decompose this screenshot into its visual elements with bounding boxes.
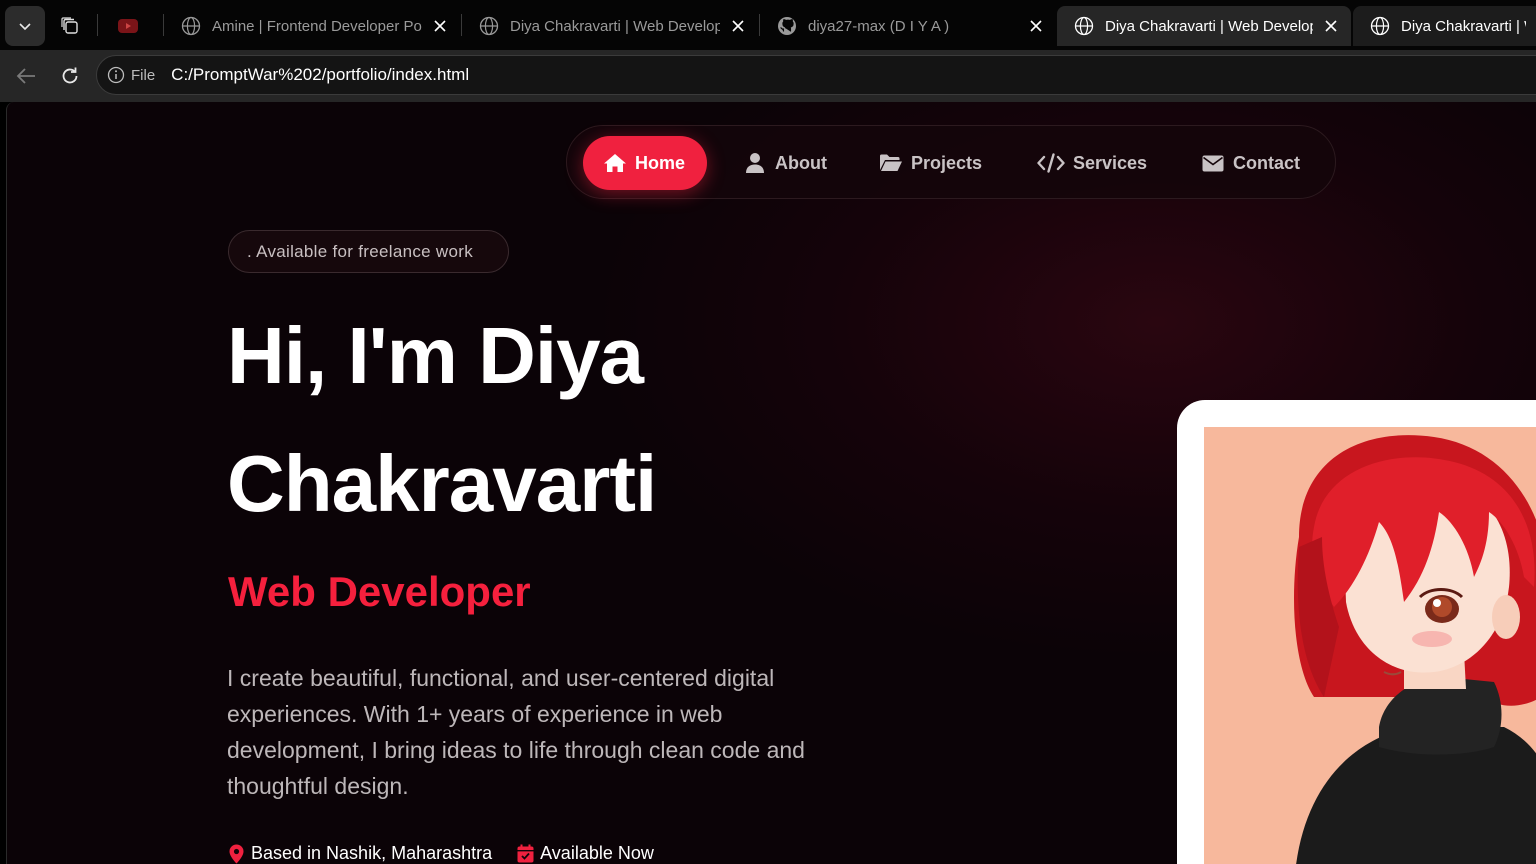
browser-toolbar: File C:/PromptWar%202/portfolio/index.ht…	[0, 50, 1536, 102]
user-icon	[743, 152, 767, 174]
nav-label: About	[775, 152, 827, 173]
url-text[interactable]: C:/PromptWar%202/portfolio/index.html	[171, 65, 469, 85]
chevron-down-icon	[19, 23, 31, 31]
nav-projects[interactable]: Projects	[879, 136, 982, 190]
workspaces-icon	[61, 17, 78, 34]
location-item: Based in Nashik, Maharashtra	[227, 843, 492, 864]
main-navbar: Home About Projects Services Contact	[566, 125, 1336, 199]
nav-home[interactable]: Home	[583, 136, 708, 190]
close-tab-icon[interactable]	[1026, 16, 1046, 36]
hero-role: Web Developer	[228, 568, 531, 615]
profile-avatar	[1204, 427, 1536, 864]
globe-icon	[1073, 15, 1095, 37]
address-bar[interactable]: File C:/PromptWar%202/portfolio/index.ht…	[96, 55, 1536, 95]
tab-separator	[97, 14, 98, 36]
hero-title-line1: Hi, I'm Diya	[227, 311, 644, 400]
tab-github[interactable]: diya27-max (D I Y A )	[760, 6, 1056, 46]
tab-amine-portfolio[interactable]: Amine | Frontend Developer Portfolio	[164, 6, 460, 46]
close-tab-icon[interactable]	[728, 16, 748, 36]
reload-button[interactable]	[52, 58, 88, 94]
globe-icon	[478, 15, 500, 37]
close-tab-icon[interactable]	[430, 16, 450, 36]
github-icon	[776, 15, 798, 37]
tab-title: diya27-max (D I Y A )	[808, 17, 950, 35]
close-tab-icon[interactable]	[1321, 16, 1341, 36]
nav-label: Contact	[1233, 152, 1300, 173]
profile-image-frame	[1177, 400, 1536, 864]
back-button[interactable]	[8, 58, 44, 94]
nav-label: Services	[1073, 152, 1148, 173]
envelope-icon	[1201, 152, 1225, 174]
nav-label: Home	[635, 152, 686, 173]
code-icon	[1037, 152, 1065, 174]
location-text: Based in Nashik, Maharashtra	[251, 843, 493, 863]
tab-youtube[interactable]	[101, 6, 161, 46]
globe-icon	[180, 15, 202, 37]
nav-about[interactable]: About	[743, 136, 827, 190]
reload-icon	[62, 67, 78, 84]
globe-icon	[1369, 15, 1391, 37]
hero-description: I create beautiful, functional, and user…	[227, 665, 805, 799]
info-icon	[107, 66, 125, 84]
arrow-left-icon	[16, 68, 35, 84]
home-icon	[603, 152, 627, 174]
hero-meta: Based in Nashik, Maharashtra Available N…	[227, 843, 678, 864]
site-info-button[interactable]: File	[97, 66, 155, 84]
youtube-icon	[117, 15, 139, 37]
page-viewport: Home About Projects Services Contact . A…	[6, 102, 1536, 864]
nav-contact[interactable]: Contact	[1201, 136, 1300, 190]
freelance-badge: . Available for freelance work	[228, 230, 509, 273]
tab-title: Diya Chakravarti | Web Developer	[1401, 17, 1526, 35]
nav-services[interactable]: Services	[1037, 136, 1147, 190]
workspaces-button[interactable]	[50, 6, 90, 46]
availability-item: Available Now	[516, 843, 654, 864]
nav-label: Projects	[911, 152, 983, 173]
tab-list-button[interactable]	[5, 6, 45, 46]
tab-title: Diya Chakravarti | Web Developer	[1105, 17, 1313, 35]
folder-icon	[879, 152, 903, 174]
tab-diya-portfolio-active[interactable]: Diya Chakravarti | Web Developer	[1057, 6, 1351, 46]
site-info-label: File	[131, 66, 156, 84]
tab-diya-portfolio-2[interactable]: Diya Chakravarti | Web Developer	[1353, 6, 1536, 46]
hero-title: Hi, I'm Diya Chakravarti	[227, 292, 927, 548]
map-pin-icon	[227, 844, 245, 864]
browser-tab-bar: Amine | Frontend Developer Portfolio Diy…	[0, 0, 1536, 50]
tab-diya-portfolio-1[interactable]: Diya Chakravarti | Web Developer	[462, 6, 758, 46]
tab-title: Amine | Frontend Developer Portfolio	[212, 17, 422, 35]
availability-text: Available Now	[540, 843, 654, 863]
tab-title: Diya Chakravarti | Web Developer	[510, 17, 720, 35]
hero-title-line2: Chakravarti	[227, 439, 657, 528]
calendar-check-icon	[516, 844, 534, 864]
